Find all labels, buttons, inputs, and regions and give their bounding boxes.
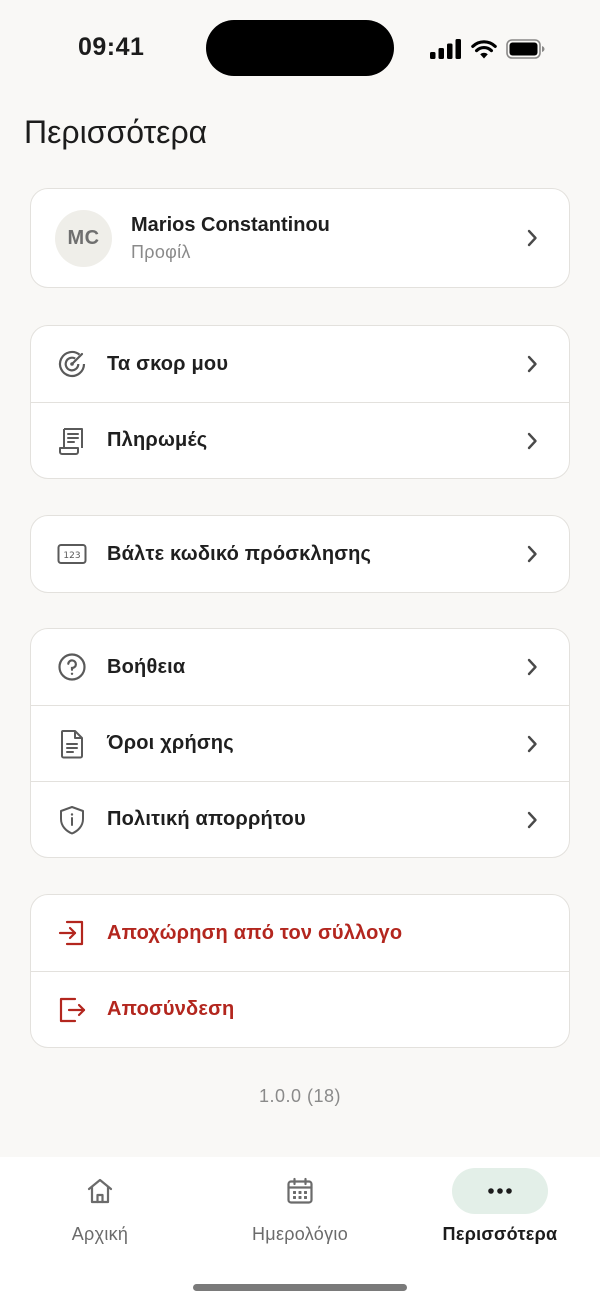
profile-subtitle: Προφίλ [131, 241, 191, 262]
more-dots-icon [488, 1188, 512, 1194]
active-tab-indicator [452, 1168, 548, 1214]
logout-icon [56, 994, 88, 1026]
profile-name: Marios Constantinou [131, 213, 330, 236]
home-icon [87, 1178, 113, 1204]
bottom-tab-bar: Αρχική Ημερολόγιο Περισσότερα [0, 1157, 600, 1304]
chevron-right-icon [525, 657, 539, 677]
menu-item-help[interactable]: Βοήθεια [31, 629, 569, 705]
svg-text:123: 123 [63, 551, 80, 561]
activity-card: Τα σκορ μου Πληρωμές [30, 325, 570, 479]
profile-row[interactable]: MC Marios Constantinou Προφίλ [31, 189, 569, 287]
account-actions-card: Αποχώρηση από τον σύλλογο Αποσύνδεση [30, 894, 570, 1048]
menu-item-label: Βάλτε κωδικό πρόσκλησης [107, 542, 372, 565]
status-bar: 09:41 [0, 0, 600, 96]
tab-label: Ημερολόγιο [251, 1224, 349, 1244]
status-icons [430, 35, 546, 63]
document-icon [56, 728, 88, 760]
chevron-right-icon [525, 228, 539, 248]
receipt-icon [56, 425, 88, 457]
menu-item-payments[interactable]: Πληρωμές [31, 402, 569, 478]
invite-card: 123 Βάλτε κωδικό πρόσκλησης [30, 515, 570, 593]
numeric-code-icon: 123 [56, 538, 88, 570]
tab-more[interactable]: Περισσότερα [400, 1157, 600, 1257]
menu-item-label: Αποχώρηση από τον σύλλογο [107, 921, 403, 944]
cellular-signal-icon [430, 39, 461, 59]
more-screen: 09:41 Περισσότερα MC Marios Constantinou… [0, 0, 600, 1304]
status-time: 09:41 [78, 33, 145, 61]
calendar-icon [287, 1177, 313, 1204]
menu-item-label: Βοήθεια [107, 655, 186, 678]
avatar: MC [55, 209, 112, 267]
menu-item-leave-club[interactable]: Αποχώρηση από τον σύλλογο [31, 895, 569, 971]
menu-item-logout[interactable]: Αποσύνδεση [31, 971, 569, 1047]
home-indicator [193, 1284, 407, 1291]
tab-label: Περισσότερα [442, 1224, 558, 1244]
battery-icon [506, 39, 545, 59]
menu-item-invite-code[interactable]: 123 Βάλτε κωδικό πρόσκλησης [31, 516, 569, 592]
support-card: Βοήθεια Όροι χρήσης Πολιτική απορρήτου [30, 628, 570, 858]
chevron-right-icon [525, 354, 539, 374]
wifi-icon [471, 40, 497, 59]
dynamic-island [206, 20, 394, 76]
page-title: Περισσότερα [24, 114, 208, 150]
menu-item-privacy[interactable]: Πολιτική απορρήτου [31, 781, 569, 857]
tab-calendar[interactable]: Ημερολόγιο [200, 1157, 400, 1257]
app-version: 1.0.0 (18) [258, 1086, 342, 1106]
chevron-right-icon [525, 734, 539, 754]
chevron-right-icon [525, 431, 539, 451]
menu-item-label: Τα σκορ μου [107, 352, 229, 375]
menu-item-label: Πολιτική απορρήτου [107, 808, 306, 830]
help-circle-icon [56, 651, 88, 683]
menu-item-terms[interactable]: Όροι χρήσης [31, 705, 569, 781]
shield-icon [56, 804, 88, 836]
leave-club-icon [56, 917, 88, 949]
tab-home[interactable]: Αρχική [0, 1157, 200, 1257]
chevron-right-icon [525, 544, 539, 564]
menu-item-label: Όροι χρήσης [107, 732, 234, 754]
menu-item-my-scores[interactable]: Τα σκορ μου [31, 326, 569, 402]
tab-label: Αρχική [71, 1224, 129, 1244]
chevron-right-icon [525, 810, 539, 830]
menu-item-label: Πληρωμές [107, 429, 208, 451]
target-icon [56, 348, 88, 380]
profile-card: MC Marios Constantinou Προφίλ [30, 188, 570, 288]
menu-item-label: Αποσύνδεση [107, 998, 235, 1020]
